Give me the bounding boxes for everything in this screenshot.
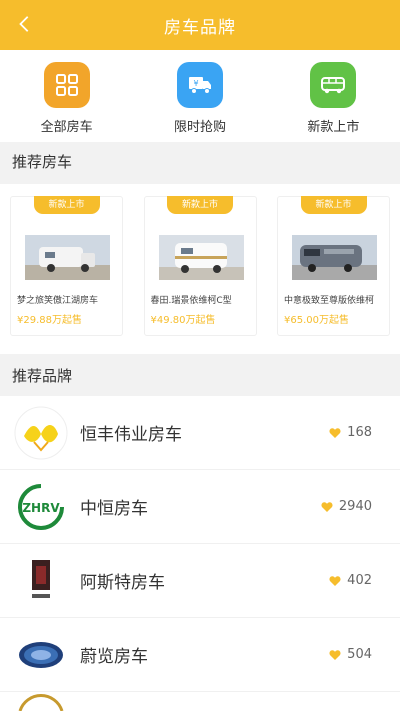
category-flash-sale[interactable]: ¥ 限时抢购 — [133, 50, 266, 142]
brand-likes: 402 — [329, 573, 372, 588]
rv-image — [158, 235, 244, 280]
section-title-recommend-brand: 推荐品牌 — [0, 356, 400, 396]
brand-name: 中恒房车 — [80, 499, 148, 519]
category-label: 新款上市 — [307, 120, 360, 135]
new-badge: 新款上市 — [300, 196, 367, 214]
grid-icon — [43, 62, 90, 108]
category-all-rv[interactable]: 全部房车 — [0, 50, 133, 142]
rv-card[interactable]: 新款上市 春田.瑞景依维柯C型 ¥49.80万起售 — [143, 196, 257, 336]
section-title-recommend-rv: 推荐房车 — [0, 142, 400, 182]
rv-price: ¥49.80万起售 — [150, 315, 216, 326]
rv-card[interactable]: 新款上市 梦之旅笑傲江湖房车 ¥29.88万起售 — [10, 196, 123, 336]
brand-name: 恒丰伟业房车 — [80, 425, 182, 445]
likes-count: 2940 — [338, 499, 372, 514]
brand-logo — [14, 554, 68, 608]
category-label: 全部房车 — [40, 120, 93, 135]
likes-count: 504 — [347, 647, 372, 662]
brand-logo: ZHRV — [14, 480, 68, 534]
back-button[interactable] — [10, 9, 40, 39]
brand-likes: 168 — [329, 425, 372, 440]
heart-icon — [321, 501, 333, 512]
category-label: 限时抢购 — [173, 120, 226, 135]
rv-image — [292, 235, 377, 280]
recommended-rv-list: 新款上市 梦之旅笑傲江湖房车 ¥29.88万起售 新款上市 春田.瑞景依维柯C型… — [0, 184, 400, 354]
nav-header: 房车品牌 — [0, 0, 400, 50]
category-new-arrivals[interactable]: 新款上市 — [267, 50, 400, 142]
brand-list: 恒丰伟业房车 168 ZHRV 中恒房车 2940 阿斯特房车 402 蔚览房车 — [0, 396, 400, 711]
brand-logo-partial — [14, 694, 68, 711]
rv-price: ¥65.00万起售 — [284, 315, 349, 326]
brand-name: 蔚览房车 — [80, 647, 148, 667]
brand-logo — [14, 628, 68, 682]
brand-logo — [14, 406, 68, 460]
brand-item[interactable]: 阿斯特房车 402 — [0, 544, 400, 618]
rv-card[interactable]: 新款上市 中意极致至尊版依维柯 ¥65.00万起售 — [277, 196, 390, 336]
brand-likes: 2940 — [321, 499, 372, 514]
flash-sale-truck-icon: ¥ — [176, 62, 223, 108]
brand-likes: 504 — [329, 647, 372, 662]
chevron-left-icon — [19, 16, 29, 32]
svg-text:ZHRV: ZHRV — [22, 501, 60, 515]
svg-text:¥: ¥ — [193, 79, 198, 88]
heart-icon — [329, 427, 341, 438]
new-badge: 新款上市 — [33, 196, 100, 214]
heart-icon — [329, 649, 341, 660]
category-bar: 全部房车 ¥ 限时抢购 新款上市 — [0, 50, 400, 142]
rv-name: 中意极致至尊版依维柯 — [284, 296, 375, 306]
new-badge: 新款上市 — [167, 196, 233, 214]
rv-name: 春田.瑞景依维柯C型 — [150, 296, 232, 306]
brand-item[interactable]: ZHRV 中恒房车 2940 — [0, 470, 400, 544]
rv-price: ¥29.88万起售 — [17, 315, 82, 326]
brand-item[interactable]: 蔚览房车 504 — [0, 618, 400, 692]
rv-image — [25, 235, 110, 280]
page-title: 房车品牌 — [164, 17, 236, 38]
brand-item[interactable]: 恒丰伟业房车 168 — [0, 396, 400, 470]
heart-icon — [329, 575, 341, 586]
likes-count: 402 — [347, 573, 372, 588]
brand-name: 阿斯特房车 — [80, 573, 165, 593]
likes-count: 168 — [347, 425, 372, 440]
rv-name: 梦之旅笑傲江湖房车 — [17, 296, 99, 306]
bus-icon — [310, 62, 357, 108]
